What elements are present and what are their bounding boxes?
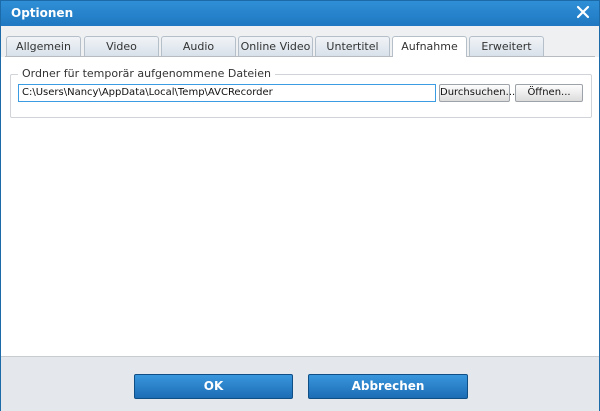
tab-allgemein[interactable]: Allgemein [6, 36, 81, 56]
ok-button[interactable]: OK [134, 374, 293, 399]
temp-folder-group-label: Ordner für temporär aufgenommene Dateien [18, 67, 275, 80]
options-dialog: Optionen Allgemein Video Audio Online Vi… [0, 0, 600, 411]
close-icon[interactable] [575, 4, 591, 20]
window-title: Optionen [11, 6, 74, 20]
open-button[interactable]: Öffnen... [515, 84, 583, 102]
tab-audio[interactable]: Audio [161, 36, 236, 56]
tab-untertitel[interactable]: Untertitel [315, 36, 390, 56]
tab-erweitert[interactable]: Erweitert [469, 36, 544, 56]
cancel-button[interactable]: Abbrechen [308, 374, 468, 399]
title-bar: Optionen [1, 1, 599, 26]
tab-video[interactable]: Video [84, 36, 159, 56]
dialog-footer [1, 356, 599, 411]
tab-online-video[interactable]: Online Video [238, 36, 313, 56]
browse-button[interactable]: Durchsuchen... [439, 84, 515, 102]
tab-aufnahme[interactable]: Aufnahme [392, 36, 467, 57]
folder-path-field[interactable]: C:\Users\Nancy\AppData\Local\Temp\AVCRec… [18, 84, 436, 102]
